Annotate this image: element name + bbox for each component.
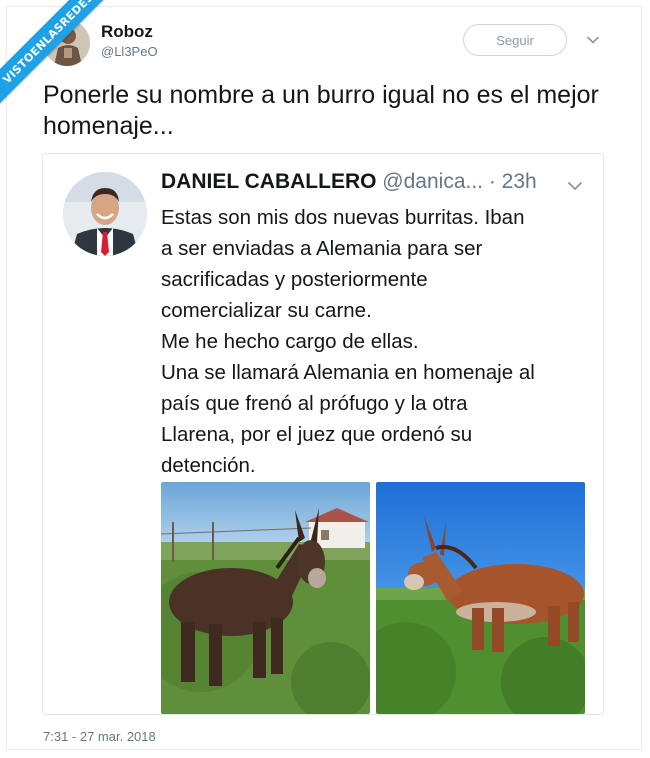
donkey-image: [161, 482, 370, 714]
donkey-photo-1[interactable]: [161, 482, 370, 714]
follow-button[interactable]: Seguir: [463, 24, 567, 56]
quoted-text-line: Una se llamará Alemania en homenaje al: [161, 361, 535, 384]
quoted-time[interactable]: · 23h: [489, 170, 537, 193]
quoted-author-name[interactable]: DANIEL CABALLERO: [161, 170, 376, 193]
quoted-text-line: sacrificadas y posteriormente: [161, 268, 428, 291]
quoted-text-line: comercializar su carne.: [161, 299, 372, 322]
quoted-tweet[interactable]: DANIEL CABALLERO @danica... · 23h Estas …: [42, 153, 604, 715]
chevron-down-icon[interactable]: [586, 33, 600, 47]
tweet-timestamp[interactable]: 7:31 - 27 mar. 2018: [43, 729, 156, 744]
quoted-author-avatar[interactable]: [63, 172, 147, 256]
donkey-photo-2[interactable]: [376, 482, 585, 714]
quoted-text-line: país que frenó al prófugo y la otra: [161, 392, 468, 415]
quoted-author-handle[interactable]: @danica...: [382, 170, 483, 193]
quoted-text-line: Estas son mis dos nuevas burritas. Iban: [161, 206, 525, 229]
quoted-avatar-image: [63, 172, 147, 256]
quoted-text-line: Llarena, por el juez que ordenó su: [161, 423, 473, 446]
watermark-ribbon: VISTOENLASREDES: [0, 0, 130, 130]
quoted-header: DANIEL CABALLERO @danica... · 23h: [161, 170, 537, 194]
donkey-image: [376, 482, 585, 714]
watermark-text: VISTOENLASREDES: [0, 0, 96, 86]
quoted-text-line: a ser enviadas a Alemania para ser: [161, 237, 483, 260]
quoted-tweet-text: Estas son mis dos nuevas burritas. Iban …: [161, 202, 591, 481]
chevron-down-icon[interactable]: [567, 178, 583, 194]
quoted-text-line: Me he hecho cargo de ellas.: [161, 330, 419, 353]
quoted-text-line: detención.: [161, 454, 256, 477]
